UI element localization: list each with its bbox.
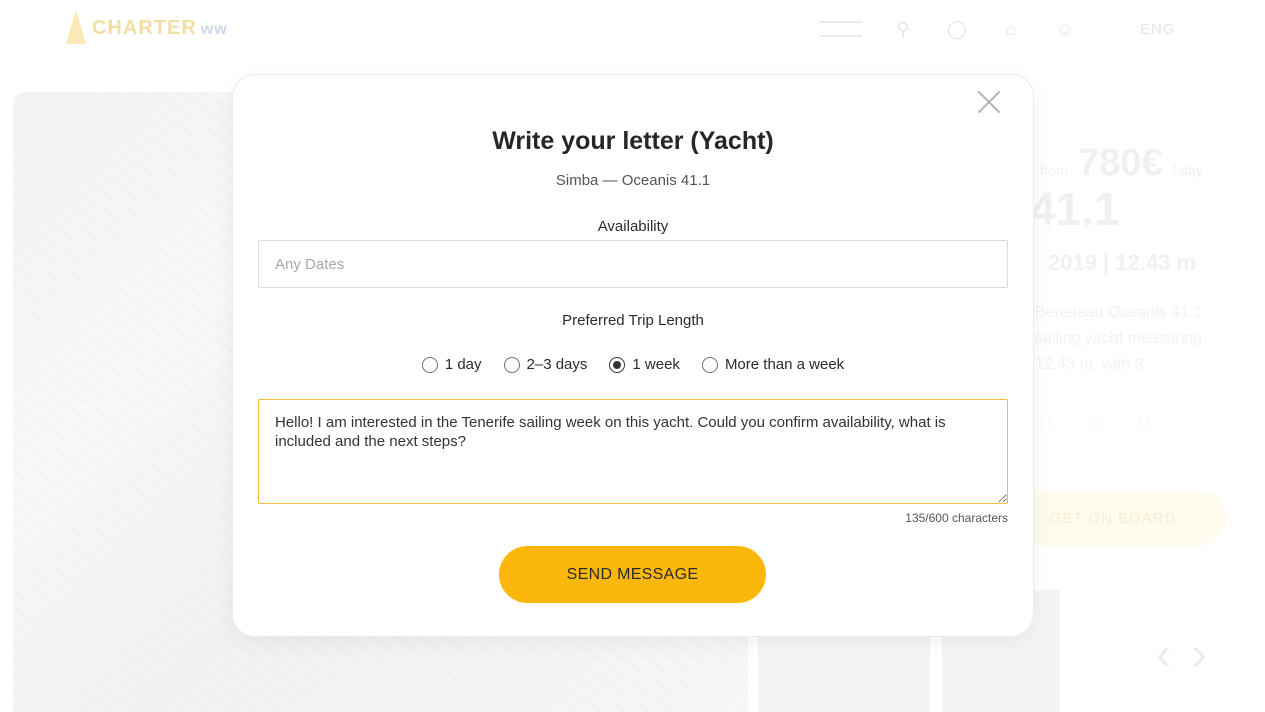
contact-modal: Write your letter (Yacht) Simba — Oceani…	[233, 75, 1033, 636]
trip-option-label: 1 week	[632, 356, 680, 373]
send-message-button[interactable]: SEND MESSAGE	[499, 546, 766, 603]
trip-option-label: 1 day	[444, 356, 482, 373]
radio-button-checked[interactable]	[609, 356, 626, 373]
radio-button[interactable]	[503, 356, 520, 373]
close-icon[interactable]	[976, 89, 1002, 115]
dates-input[interactable]	[258, 240, 1008, 288]
radio-button[interactable]	[701, 356, 718, 373]
availability-label: Availability	[597, 218, 669, 235]
message-textarea[interactable]: Hello! I am interested in the Tenerife s…	[258, 399, 1008, 504]
trip-length-label: Preferred Trip Length	[562, 312, 704, 329]
trip-option-1-day[interactable]: 1 day	[421, 356, 482, 373]
trip-length-options: 1 day 2–3 days 1 week More than a week	[233, 356, 1033, 373]
trip-option-2-3-days[interactable]: 2–3 days	[503, 356, 588, 373]
modal-title: Write your letter (Yacht)	[492, 127, 774, 155]
radio-button[interactable]	[421, 356, 438, 373]
character-counter: 135/600 characters	[905, 511, 1008, 525]
trip-option-more-than-week[interactable]: More than a week	[701, 356, 845, 373]
trip-option-label: More than a week	[724, 356, 845, 373]
trip-option-label: 2–3 days	[526, 356, 588, 373]
trip-option-1-week[interactable]: 1 week	[609, 356, 680, 373]
modal-subtitle: Simba — Oceanis 41.1	[555, 172, 711, 189]
